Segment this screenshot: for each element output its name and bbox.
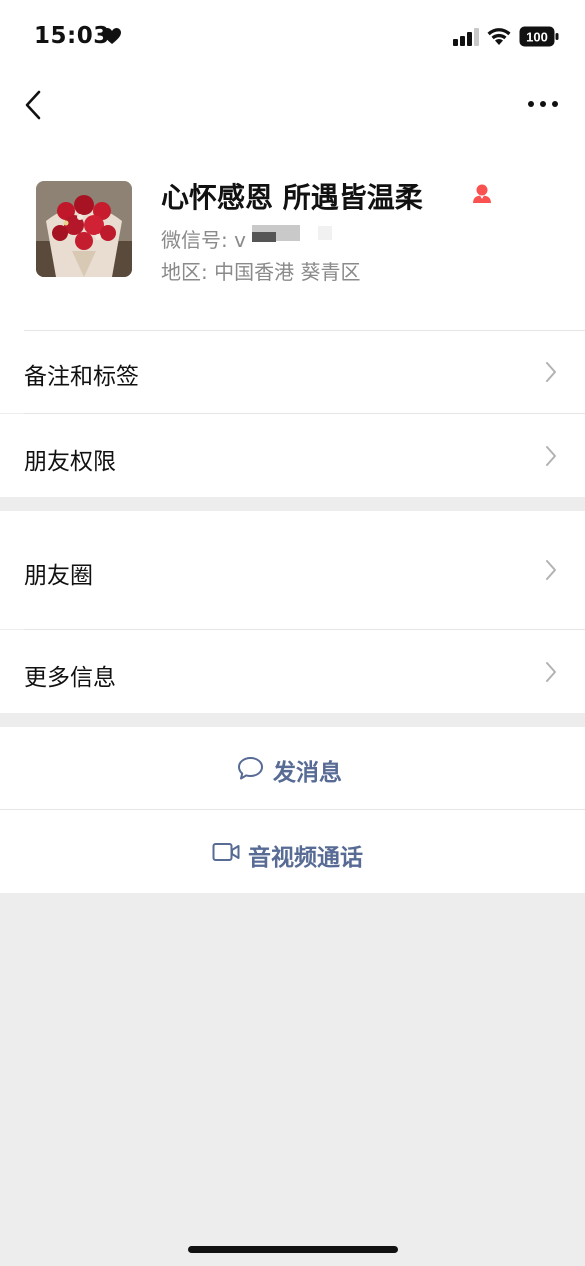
chevron-right-icon [546, 560, 556, 580]
more-ellipsis-icon[interactable] [526, 98, 560, 110]
menu-item-label: 备注和标签 [24, 364, 139, 390]
menu-item-more-info[interactable]: 更多信息 [0, 630, 585, 713]
send-message-button[interactable]: 发消息 [0, 727, 585, 809]
flower-bouquet-image [36, 181, 132, 277]
chevron-right-icon [546, 662, 556, 682]
contact-profile-screen: 15:03 100 心怀感恩 所遇皆温柔 微信号: v 地区: 中国香港 葵青区… [0, 0, 585, 1266]
redaction-mask [252, 232, 276, 242]
back-chevron-icon[interactable] [22, 88, 44, 122]
status-bar: 15:03 100 [0, 0, 585, 72]
menu-item-remark-tags[interactable]: 备注和标签 [0, 331, 585, 413]
cellular-signal-icon [453, 28, 479, 46]
send-message-label: 发消息 [273, 760, 342, 786]
nav-bar [0, 72, 585, 138]
battery-icon: 100 [519, 26, 559, 47]
female-gender-icon [473, 184, 491, 203]
redaction-mask [318, 226, 332, 240]
video-camera-icon [212, 843, 240, 861]
video-call-button[interactable]: 音视频通话 [0, 810, 585, 893]
battery-level: 100 [526, 30, 548, 45]
status-time: 15:03 [34, 23, 110, 49]
menu-item-label: 朋友圈 [24, 563, 93, 589]
menu-item-friend-permissions[interactable]: 朋友权限 [0, 414, 585, 497]
region-info: 地区: 中国香港 葵青区 [161, 260, 361, 284]
menu-item-label: 更多信息 [24, 665, 116, 691]
menu-item-label: 朋友权限 [24, 449, 116, 475]
heart-icon [103, 28, 121, 44]
avatar[interactable] [36, 181, 132, 277]
video-call-label: 音视频通话 [248, 845, 363, 871]
home-indicator[interactable] [188, 1246, 398, 1253]
chat-bubble-icon [238, 757, 263, 780]
chevron-right-icon [546, 362, 556, 382]
wechat-id: 微信号: v [161, 228, 246, 252]
wifi-icon [487, 28, 511, 45]
menu-item-moments[interactable]: 朋友圈 [0, 511, 585, 629]
chevron-right-icon [546, 446, 556, 466]
contact-name: 心怀感恩 所遇皆温柔 [161, 181, 423, 214]
profile-header: 心怀感恩 所遇皆温柔 微信号: v 地区: 中国香港 葵青区 [0, 138, 585, 331]
